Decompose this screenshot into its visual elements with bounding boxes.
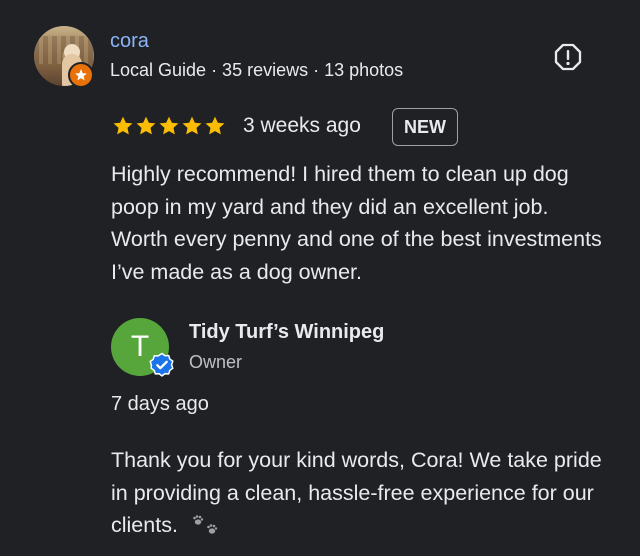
owner-name: Tidy Turf’s Winnipeg — [189, 321, 385, 343]
verified-check-icon — [149, 352, 174, 377]
review-text: Highly recommend! I hired them to clean … — [111, 162, 602, 284]
owner-initial: T — [130, 330, 150, 363]
paw-prints-icon — [193, 515, 218, 534]
owner-role: Owner — [189, 352, 243, 372]
reviewer-meta: Local Guide · 35 reviews · 13 photos — [110, 60, 404, 80]
star-rating — [112, 115, 226, 137]
report-flag-icon — [554, 43, 582, 71]
star-icon — [182, 116, 202, 135]
reply-time: 7 days ago — [111, 393, 209, 415]
star-icon — [136, 116, 156, 135]
report-review-button[interactable] — [553, 42, 583, 72]
star-icon — [159, 116, 179, 135]
new-badge: NEW — [392, 108, 458, 146]
reviewer-name[interactable]: cora — [110, 30, 149, 53]
reply-body: Thank you for your kind words, Cora! We … — [111, 448, 602, 537]
review-time: 3 weeks ago — [243, 114, 361, 137]
reply-text: Thank you for your kind words, Cora! We … — [111, 444, 611, 542]
local-guide-star-icon — [68, 62, 94, 88]
star-icon — [205, 116, 225, 135]
star-icon — [113, 116, 133, 135]
